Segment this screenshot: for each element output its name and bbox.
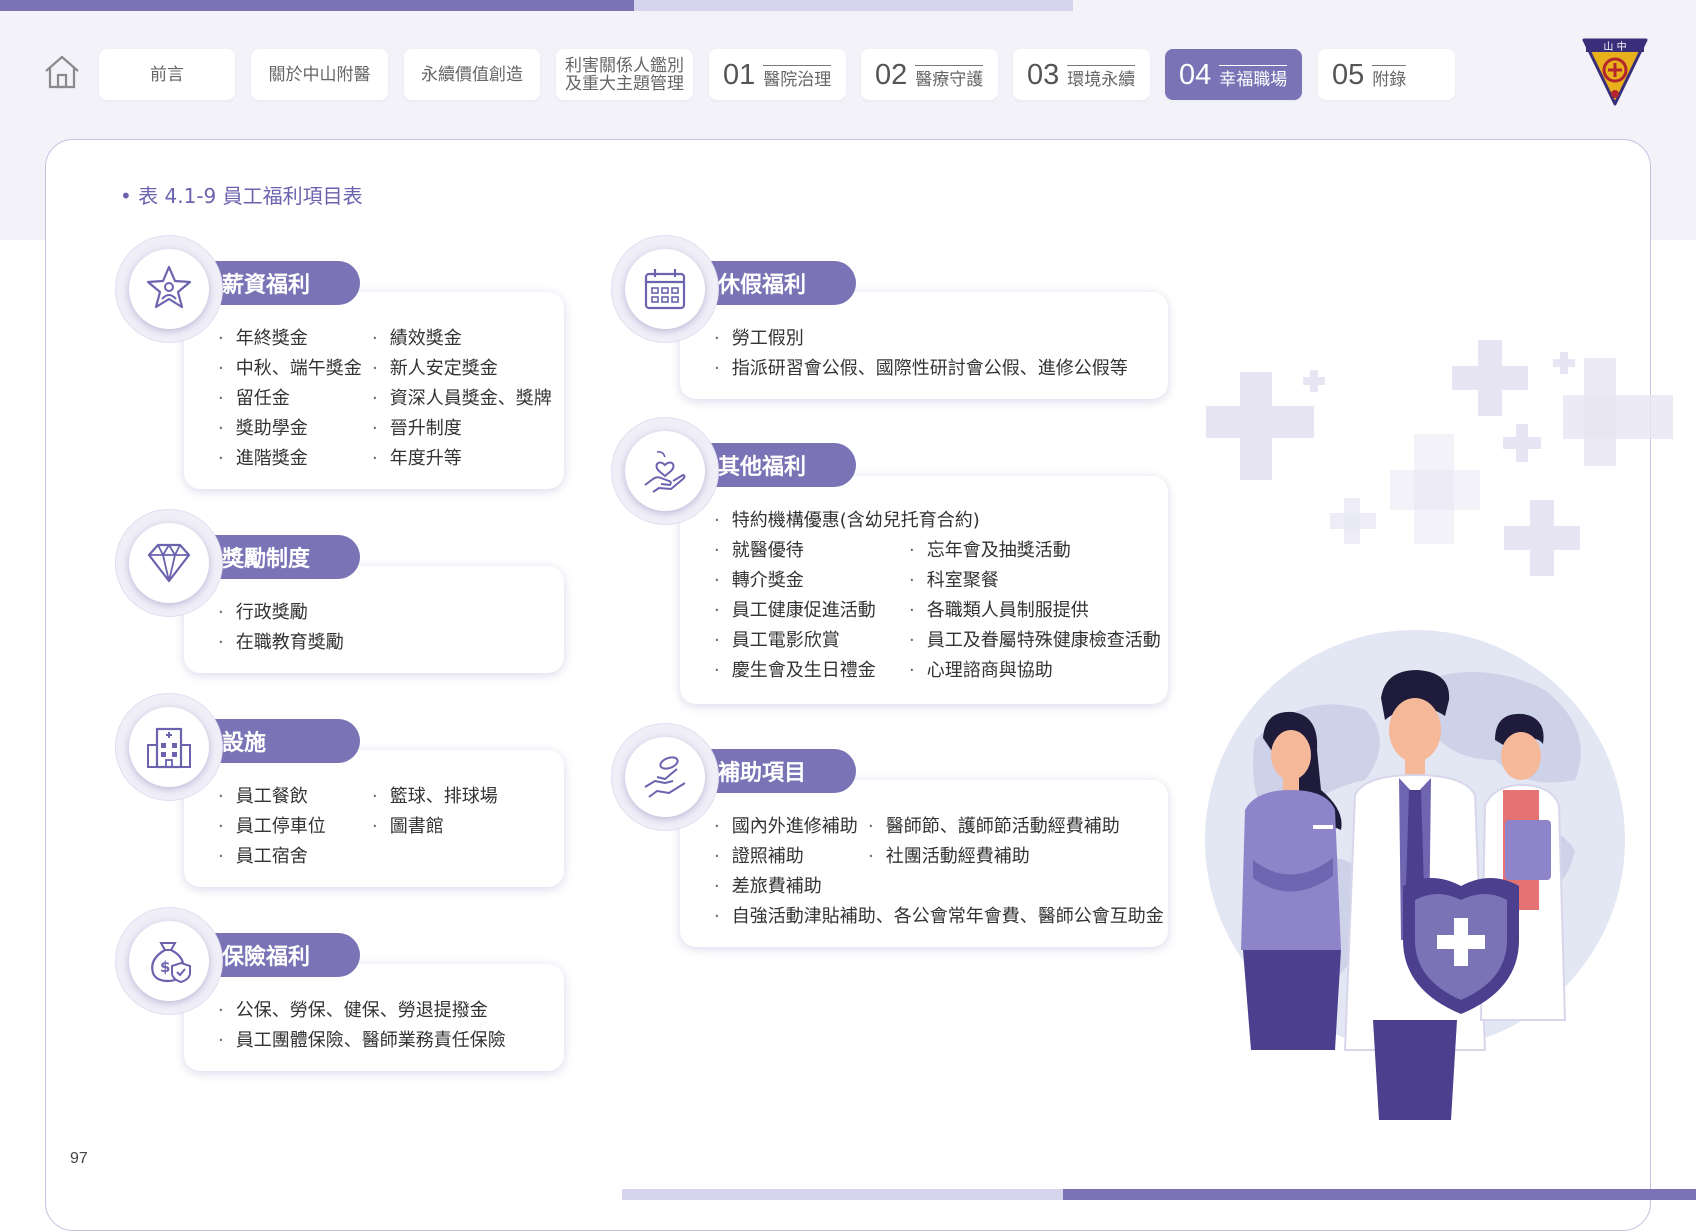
tab-governance[interactable]: 01 醫院治理 <box>709 49 846 100</box>
list-item: 公保、勞保、健保、勞退提撥金 <box>218 996 488 1022</box>
diamond-icon <box>147 543 191 583</box>
list-item: 員工健康促進活動 <box>714 596 876 622</box>
tab-label: 前言 <box>150 64 184 85</box>
list-item: 中秋、端午獎金 <box>218 354 362 380</box>
insurance-badge: $ <box>129 921 209 1001</box>
list-item: 績效獎金 <box>372 324 462 350</box>
list-item: 行政獎勵 <box>218 598 308 624</box>
reward-badge <box>129 523 209 603</box>
list-item: 員工宿舍 <box>218 842 308 868</box>
list-item: 證照補助 <box>714 842 804 868</box>
list-item: 新人安定獎金 <box>372 354 498 380</box>
tab-label: 環境永續 <box>1067 64 1136 89</box>
list-item: 員工團體保險、醫師業務責任保險 <box>218 1026 506 1052</box>
tab-medical[interactable]: 02 醫療守護 <box>861 49 998 100</box>
star-person-icon <box>146 265 192 309</box>
medical-staff-illustration <box>1205 630 1625 1120</box>
tab-number: 05 <box>1332 58 1365 91</box>
list-item: 社團活動經費補助 <box>868 842 1030 868</box>
tab-value[interactable]: 永續價值創造 <box>404 49 540 100</box>
tab-label: 關於中山附醫 <box>268 64 371 85</box>
tab-about[interactable]: 關於中山附醫 <box>251 49 388 100</box>
bottom-stripe-dark <box>1063 1189 1696 1200</box>
facility-badge <box>129 707 209 787</box>
list-item: 醫師節、護師節活動經費補助 <box>868 812 1120 838</box>
list-item: 各職類人員制服提供 <box>909 596 1089 622</box>
heart-hand-icon <box>644 451 686 493</box>
list-item: 在職教育獎勵 <box>218 628 344 654</box>
tab-label: 幸福職場 <box>1219 64 1288 89</box>
page-number: 97 <box>70 1150 88 1167</box>
list-item: 籃球、排球場 <box>372 782 498 808</box>
tab-number: 04 <box>1179 58 1212 91</box>
list-item: 進階獎金 <box>218 444 308 470</box>
home-icon[interactable] <box>42 52 82 92</box>
tab-workplace[interactable]: 04 幸福職場 <box>1165 49 1302 100</box>
tab-label: 醫療守護 <box>915 64 984 89</box>
svg-text:$: $ <box>160 958 170 976</box>
list-item: 自強活動津貼補助、各公會常年會費、醫師公會互助金 <box>714 902 1164 928</box>
tab-environment[interactable]: 03 環境永續 <box>1013 49 1150 100</box>
tab-label: 永續價值創造 <box>421 64 523 85</box>
calendar-icon <box>644 269 686 310</box>
list-item: 員工餐飲 <box>218 782 308 808</box>
list-item: 就醫優待 <box>714 536 804 562</box>
list-item: 員工電影欣賞 <box>714 626 840 652</box>
list-item: 心理諮商與協助 <box>909 656 1053 682</box>
list-item: 科室聚餐 <box>909 566 999 592</box>
money-bag-shield-icon: $ <box>151 942 191 984</box>
list-item: 慶生會及生日禮金 <box>714 656 876 682</box>
list-item: 指派研習會公假、國際性研討會公假、進修公假等 <box>714 354 1128 380</box>
svg-text:山 中: 山 中 <box>1603 40 1626 53</box>
list-item: 資深人員獎金、獎牌 <box>372 384 552 410</box>
list-item: 員工及眷屬特殊健康檢查活動 <box>909 626 1161 652</box>
building-icon <box>147 727 191 769</box>
list-item: 留任金 <box>218 384 290 410</box>
top-stripe-light <box>634 0 1073 11</box>
list-item: 獎助學金 <box>218 414 308 440</box>
tab-label: 利害關係人鑑別 及重大主題管理 <box>565 55 684 94</box>
tab-number: 02 <box>875 58 908 91</box>
top-stripe-dark <box>0 0 634 11</box>
list-item: 圖書館 <box>372 812 444 838</box>
table-title-text: 表 4.1-9 員工福利項目表 <box>138 184 363 208</box>
table-title: • 表 4.1-9 員工福利項目表 <box>120 184 363 208</box>
subsidy-badge <box>625 737 705 817</box>
list-item: 年終獎金 <box>218 324 308 350</box>
list-item: 勞工假別 <box>714 324 804 350</box>
hand-coin-icon <box>644 756 686 798</box>
tab-stakeholder[interactable]: 利害關係人鑑別 及重大主題管理 <box>556 49 693 100</box>
list-item: 國內外進修補助 <box>714 812 858 838</box>
tab-label: 醫院治理 <box>763 64 832 89</box>
salary-badge <box>129 249 209 329</box>
list-item: 年度升等 <box>372 444 462 470</box>
list-item: 員工停車位 <box>218 812 326 838</box>
list-item: 忘年會及抽獎活動 <box>909 536 1071 562</box>
tab-number: 01 <box>723 58 756 91</box>
tab-number: 03 <box>1027 58 1060 91</box>
tab-appendix[interactable]: 05 附錄 <box>1318 49 1455 100</box>
list-item: 差旅費補助 <box>714 872 822 898</box>
list-item: 特約機構優惠(含幼兒托育合約) <box>714 506 980 532</box>
other-badge <box>625 431 705 511</box>
hospital-logo: 山 中 <box>1582 38 1648 106</box>
tab-preface[interactable]: 前言 <box>99 49 235 100</box>
list-item: 轉介獎金 <box>714 566 804 592</box>
bottom-stripe-light <box>622 1189 1063 1200</box>
list-item: 晉升制度 <box>372 414 462 440</box>
tab-label: 附錄 <box>1372 64 1407 89</box>
leave-badge <box>625 249 705 329</box>
